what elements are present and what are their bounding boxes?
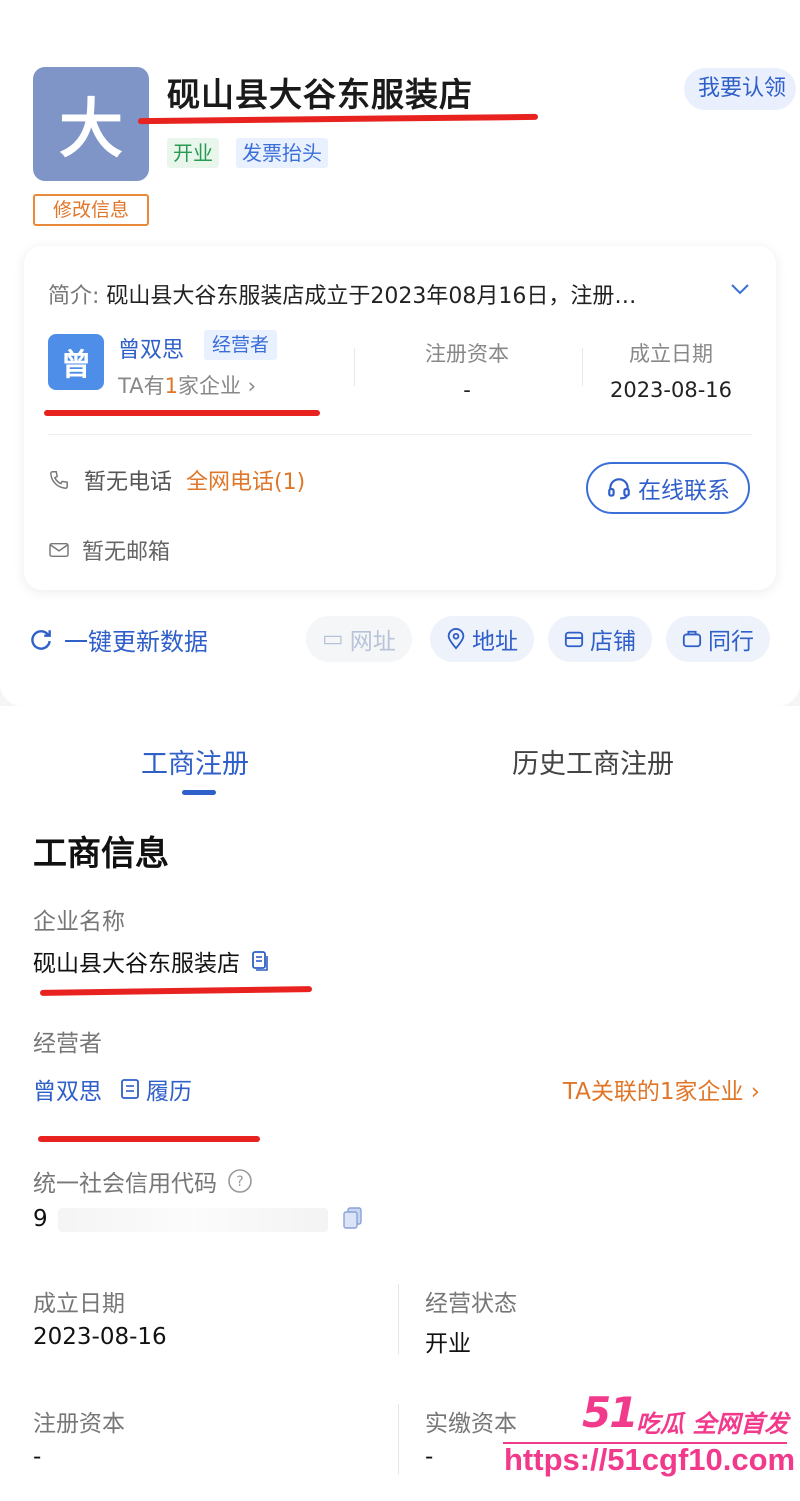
divider (582, 348, 583, 386)
svg-text:?: ? (236, 1174, 243, 1190)
operator-label: 经营者 (33, 1031, 102, 1057)
registered-capital-label: 注册资本 (33, 1411, 125, 1437)
founded-date-value: 2023-08-16 (33, 1324, 167, 1350)
chevron-right-icon: › (247, 374, 257, 398)
credit-code-value: 9 (33, 1206, 48, 1232)
edit-info-button[interactable]: 修改信息 (33, 194, 149, 226)
person-companies-link[interactable]: TA有1家企业 › (118, 370, 256, 400)
tab-registration[interactable]: 工商注册 (141, 742, 249, 781)
refresh-icon (31, 629, 51, 650)
address-button[interactable]: 地址 (430, 616, 534, 662)
founded-label: 成立日期 (629, 342, 713, 366)
divider (398, 1284, 399, 1354)
resume-label: 履历 (146, 1079, 192, 1105)
capital-value: - (463, 378, 471, 402)
resume-icon (121, 1079, 139, 1099)
watermark-url: https://51cgf10.com (504, 1442, 796, 1477)
founded-value: 2023-08-16 (609, 378, 733, 402)
credit-code-label: 统一社会信用代码 ? (33, 1164, 253, 1198)
person-sub-count: 1 (164, 374, 178, 398)
company-name-label: 企业名称 (33, 909, 125, 935)
headset-icon (608, 478, 630, 500)
peer-icon (682, 630, 702, 648)
credit-code-label-text: 统一社会信用代码 (33, 1171, 217, 1197)
intro-label: 简介: (48, 284, 100, 309)
phone-row: 暂无电话 全网电话(1) (48, 464, 305, 496)
resume-link[interactable]: 履历 (120, 1072, 192, 1106)
website-label: 网址 (349, 629, 396, 655)
divider (48, 434, 752, 435)
role-tag: 经营者 (204, 330, 278, 360)
registered-capital-value: - (33, 1444, 42, 1470)
phone-link[interactable]: 全网电话(1) (186, 464, 305, 496)
paid-capital-value: - (425, 1444, 434, 1470)
status-tag: 开业 (167, 138, 219, 168)
watermark-number: 51 (582, 1388, 638, 1437)
redacted-code (58, 1208, 328, 1232)
operator-name[interactable]: 曾双思 (33, 1072, 102, 1106)
business-status-label: 经营状态 (425, 1291, 517, 1317)
capital-label: 注册资本 (425, 342, 509, 366)
location-icon (447, 628, 465, 650)
copy-icon[interactable] (342, 1206, 364, 1230)
address-label: 地址 (472, 629, 518, 655)
claim-button[interactable]: 我要认领 (683, 68, 796, 110)
divider (398, 1404, 399, 1474)
company-name-value: 砚山县大谷东服装店 (33, 944, 270, 978)
paid-capital-label: 实缴资本 (425, 1411, 517, 1437)
divider (354, 348, 355, 386)
phone-text: 暂无电话 (84, 470, 173, 495)
update-data-button[interactable]: 一键更新数据 (28, 622, 208, 657)
summary-card: 简介: 砚山县大谷东服装店成立于2023年08月16日，注册… 曾 曾双思 经营… (24, 246, 776, 590)
chevron-down-icon[interactable] (730, 282, 750, 296)
tab-history-registration[interactable]: 历史工商注册 (512, 742, 674, 781)
online-contact-label: 在线联系 (638, 478, 730, 504)
annotation-underline (38, 1136, 260, 1142)
copy-icon[interactable] (250, 950, 270, 972)
mail-icon (49, 542, 69, 558)
related-companies-label: TA关联的1家企业 (562, 1079, 744, 1105)
phone-icon (50, 471, 68, 489)
store-label: 店铺 (590, 629, 636, 655)
online-contact-button[interactable]: 在线联系 (586, 462, 750, 514)
operator-row: 曾双思 履历 (33, 1072, 192, 1106)
company-header-card: 大 砚山县大谷东服装店 开业 发票抬头 我要认领 修改信息 简介: 砚山县大谷东… (0, 0, 800, 706)
tab-indicator (182, 790, 216, 795)
founded-date-label: 成立日期 (33, 1291, 125, 1317)
peer-button[interactable]: 同行 (666, 616, 770, 662)
mail-text: 暂无邮箱 (82, 540, 171, 565)
company-title: 砚山县大谷东服装店 (167, 75, 473, 114)
watermark-text: 吃瓜 全网首发 (636, 1410, 789, 1438)
website-button[interactable]: ▭ 网址 (306, 616, 412, 662)
store-button[interactable]: 店铺 (548, 616, 652, 662)
company-avatar: 大 (33, 67, 149, 181)
peer-label: 同行 (708, 629, 754, 655)
related-companies-link[interactable]: TA关联的1家企业 › (563, 1072, 760, 1106)
annotation-underline (44, 410, 320, 416)
company-name-text: 砚山县大谷东服装店 (33, 951, 240, 977)
mail-row: 暂无邮箱 (48, 534, 170, 566)
update-data-label: 一键更新数据 (64, 628, 208, 656)
intro-content: 砚山县大谷东服装店成立于2023年08月16日，注册… (106, 284, 637, 309)
person-sub-suffix: 家企业 (177, 374, 241, 398)
person-sub-prefix: TA有 (118, 374, 165, 398)
person-avatar[interactable]: 曾 (48, 334, 104, 390)
help-icon[interactable]: ? (227, 1168, 253, 1194)
chevron-right-icon: › (743, 1079, 760, 1105)
web-icon: ▭ (322, 626, 344, 652)
invoice-tag[interactable]: 发票抬头 (236, 138, 328, 168)
store-icon (564, 631, 584, 648)
tab-bar: 工商注册 历史工商注册 (0, 720, 800, 810)
person-name[interactable]: 曾双思 (118, 332, 184, 364)
intro-text[interactable]: 简介: 砚山县大谷东服装店成立于2023年08月16日，注册… (48, 278, 636, 310)
business-status-value: 开业 (425, 1331, 471, 1357)
section-title: 工商信息 (33, 834, 169, 874)
